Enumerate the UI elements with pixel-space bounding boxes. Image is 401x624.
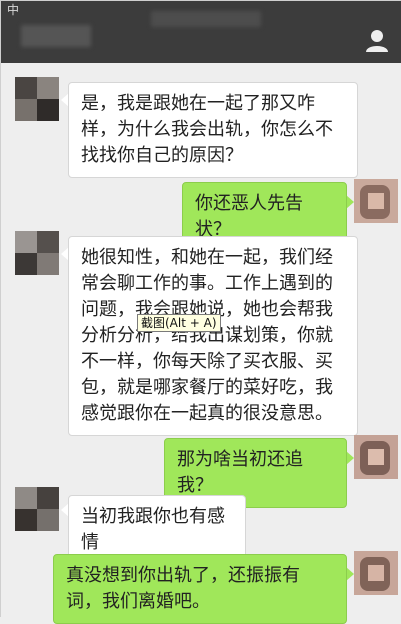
message-text: 真没想到你出轨了，还振振有词，我们离婚吧。	[66, 565, 300, 612]
avatar[interactable]	[15, 487, 59, 531]
message-text: 你还恶人先告状？	[195, 193, 303, 240]
message-text: 那为啥当初还追我？	[177, 449, 303, 496]
message-bubble[interactable]: 是，我是跟她在一起了那又咋样，为什么我会出轨，你怎么不找找你自己的原因？	[68, 82, 358, 178]
avatar[interactable]	[15, 77, 59, 121]
bubble-tail	[346, 195, 354, 209]
avatar[interactable]	[354, 551, 398, 595]
message-text: 当初我跟你也有感情	[81, 506, 225, 553]
chat-area: 是，我是跟她在一起了那又咋样，为什么我会出轨，你怎么不找找你自己的原因？ 你还恶…	[1, 63, 401, 624]
bubble-tail	[346, 451, 354, 465]
screenshot-tooltip: 截图(Alt + A)	[137, 314, 221, 332]
bubble-tail	[346, 567, 354, 581]
blurred-title	[21, 25, 91, 47]
status-text: 中	[7, 3, 20, 17]
person-icon[interactable]	[364, 27, 390, 53]
avatar[interactable]	[354, 179, 398, 223]
tooltip-text: 截图(Alt + A)	[141, 316, 217, 330]
message-text: 是，我是跟她在一起了那又咋样，为什么我会出轨，你怎么不找找你自己的原因？	[81, 93, 333, 166]
message-text: 她很知性，和她在一起，我们经常会聊工作的事。工作上遇到的问题，我会跟她说，她也会…	[81, 247, 333, 424]
avatar[interactable]	[354, 435, 398, 479]
avatar[interactable]	[15, 231, 59, 275]
message-bubble[interactable]: 真没想到你出轨了，还振振有词，我们离婚吧。	[53, 554, 347, 624]
title-bar: 中	[1, 1, 401, 63]
blurred-title-2	[151, 11, 261, 27]
message-bubble[interactable]: 她很知性，和她在一起，我们经常会聊工作的事。工作上遇到的问题，我会跟她说，她也会…	[68, 236, 358, 436]
chat-window: 中 是，我是跟她在一起了那又咋样，为什么我会出轨，你怎么不找找你自己的原因？ 你…	[0, 0, 401, 624]
